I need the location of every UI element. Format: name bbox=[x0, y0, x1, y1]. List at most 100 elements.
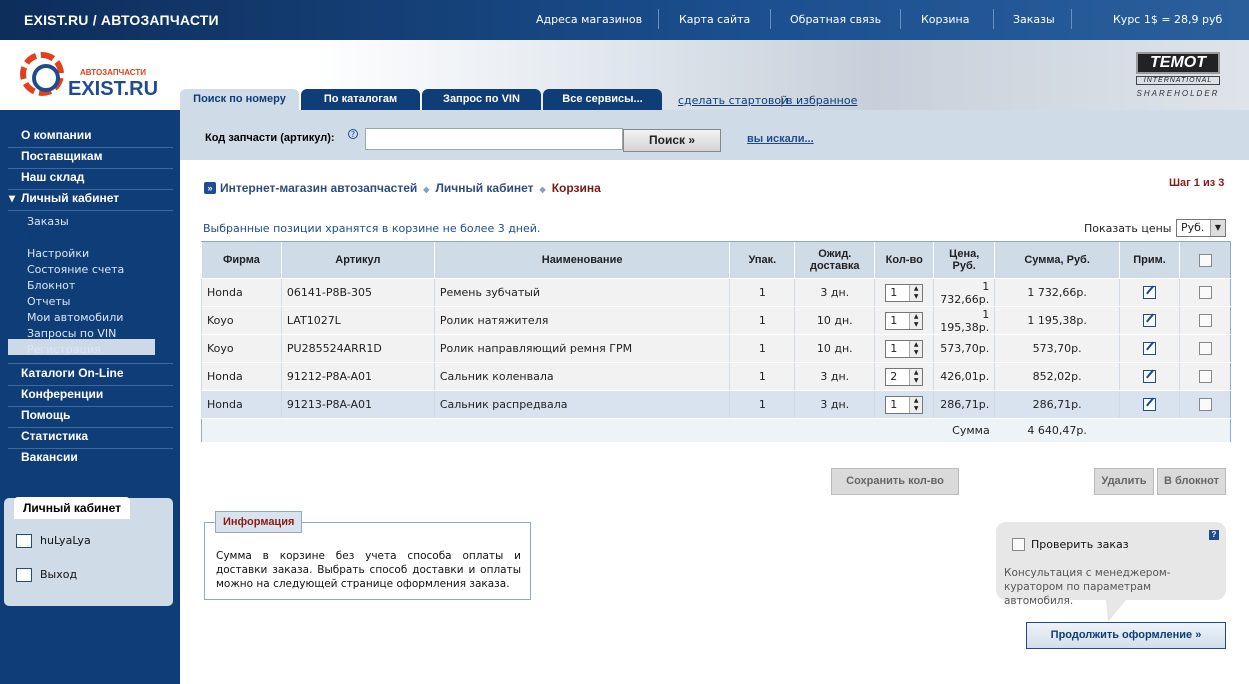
edit-note-icon[interactable] bbox=[1143, 342, 1157, 356]
sidebar-sub-settings[interactable]: Настройки bbox=[27, 247, 89, 260]
sidebar-sub-notebook[interactable]: Блокнот bbox=[27, 279, 75, 292]
nav-feedback[interactable]: Обратная связь bbox=[790, 13, 881, 26]
quantity-stepper[interactable]: 1 ▲ ▼ bbox=[885, 311, 924, 330]
delete-button[interactable]: Удалить bbox=[1094, 468, 1154, 495]
continue-checkout-button[interactable]: Продолжить оформление » bbox=[1026, 622, 1226, 649]
quantity-stepper[interactable]: 1 ▲ ▼ bbox=[885, 339, 924, 358]
save-quantity-button[interactable]: Сохранить кол-во bbox=[831, 468, 959, 495]
breadcrumb-cabinet[interactable]: Личный кабинет bbox=[435, 181, 533, 195]
quantity-stepper[interactable]: 2 ▲ ▼ bbox=[885, 367, 924, 386]
cell-delivery: 10 дн. bbox=[794, 334, 875, 363]
nav-sitemap[interactable]: Карта сайта bbox=[679, 13, 750, 26]
sidebar-divider bbox=[8, 168, 173, 169]
search-history-link[interactable]: вы искали... bbox=[747, 133, 814, 145]
total-value: 4 640,47р. bbox=[994, 418, 1120, 443]
cell-delivery: 10 дн. bbox=[794, 306, 875, 335]
sidebar-item-catalogs[interactable]: Каталоги On-Line bbox=[21, 366, 124, 380]
search-label: Код запчасти (артикул): bbox=[205, 132, 335, 144]
cell-qty: 1 ▲ ▼ bbox=[874, 334, 934, 363]
chevron-down-icon: ▼ bbox=[1210, 220, 1225, 236]
cell-firm: Koyo bbox=[201, 306, 282, 335]
cell-pack: 1 bbox=[729, 306, 795, 335]
cart-retention-note: Выбранные позиции хранятся в корзине не … bbox=[203, 222, 541, 235]
edit-note-icon[interactable] bbox=[1143, 314, 1157, 328]
active-arrow-icon: ▶ bbox=[16, 231, 23, 240]
search-bar: Код запчасти (артикул): ? Поиск » вы иск… bbox=[180, 110, 1249, 160]
cell-qty: 1 ▲ ▼ bbox=[874, 390, 934, 419]
sidebar-divider bbox=[8, 210, 173, 211]
edit-note-icon[interactable] bbox=[1143, 398, 1157, 412]
tab-catalogs[interactable]: По каталогам bbox=[301, 89, 420, 110]
site-title[interactable]: EXIST.RU / АВТОЗАПЧАСТИ bbox=[24, 12, 219, 28]
stepper-arrows-icon[interactable]: ▲ ▼ bbox=[909, 396, 923, 413]
select-all-checkbox[interactable] bbox=[1198, 253, 1212, 267]
quantity-value: 1 bbox=[890, 341, 898, 355]
edit-note-icon[interactable] bbox=[1143, 370, 1157, 384]
sidebar-sub-account[interactable]: Состояние счета bbox=[27, 263, 124, 276]
sidebar-sub-registration[interactable]: Регистрация bbox=[27, 343, 101, 356]
cell-article: LAT1027L bbox=[280, 306, 435, 335]
search-button[interactable]: Поиск » bbox=[623, 129, 721, 152]
currency-select[interactable]: Руб. ▼ bbox=[1176, 219, 1226, 237]
sidebar-sub-vin-requests[interactable]: Запросы по VIN bbox=[27, 327, 116, 340]
table-row: Honda 91212-P8A-A01 Сальник коленвала 1 … bbox=[201, 362, 1231, 391]
sidebar-item-statistics[interactable]: Статистика bbox=[21, 429, 88, 443]
row-checkbox[interactable] bbox=[1198, 370, 1212, 384]
exchange-rate: Курс 1$ = 28,9 руб bbox=[1113, 13, 1223, 26]
tab-vin-request[interactable]: Запрос по VIN bbox=[422, 89, 541, 110]
stepper-arrows-icon[interactable]: ▲ ▼ bbox=[909, 312, 923, 329]
user-link[interactable]: huLyaLya bbox=[16, 534, 91, 548]
sidebar-item-vacancies[interactable]: Вакансии bbox=[21, 450, 78, 464]
row-checkbox[interactable] bbox=[1198, 398, 1212, 412]
cell-delivery: 3 дн. bbox=[794, 362, 875, 391]
help-icon[interactable]: ? bbox=[348, 129, 358, 139]
cell-select bbox=[1179, 278, 1231, 307]
sidebar-sub-cart[interactable]: Корзина bbox=[27, 231, 75, 244]
stepper-arrows-icon[interactable]: ▲ ▼ bbox=[909, 284, 923, 301]
nav-stores[interactable]: Адреса магазинов bbox=[536, 13, 642, 26]
set-homepage-link[interactable]: сделать стартовой bbox=[678, 94, 788, 107]
sidebar-item-conferences[interactable]: Конференции bbox=[21, 387, 103, 401]
logout-label[interactable]: Выход bbox=[40, 568, 77, 581]
sidebar-item-about[interactable]: О компании bbox=[21, 128, 92, 142]
logout-link[interactable]: Выход bbox=[16, 568, 77, 582]
breadcrumb-shop[interactable]: Интернет-магазин автозапчастей bbox=[220, 181, 417, 195]
nav-orders[interactable]: Заказы bbox=[1013, 13, 1055, 26]
sidebar-sub-reports[interactable]: Отчеты bbox=[27, 295, 70, 308]
nav-cart[interactable]: Корзина bbox=[921, 13, 969, 26]
tab-search-by-number[interactable]: Поиск по номеру bbox=[180, 89, 299, 110]
nav-divider bbox=[658, 9, 659, 29]
sidebar-divider bbox=[8, 147, 173, 148]
sidebar-item-warehouse[interactable]: Наш склад bbox=[21, 170, 84, 184]
row-checkbox[interactable] bbox=[1198, 342, 1212, 356]
row-checkbox[interactable] bbox=[1198, 286, 1212, 300]
sidebar-item-help[interactable]: Помощь bbox=[21, 408, 70, 422]
total-spacer bbox=[201, 418, 934, 443]
part-number-input[interactable] bbox=[365, 128, 623, 150]
quantity-stepper[interactable]: 1 ▲ ▼ bbox=[885, 283, 924, 302]
check-order-checkbox[interactable] bbox=[1012, 538, 1025, 551]
partner-name: TEMOT bbox=[1136, 52, 1220, 74]
tab-all-services[interactable]: Все сервисы... bbox=[543, 89, 662, 110]
add-favorites-link[interactable]: в избранное bbox=[786, 94, 857, 107]
partner-logo: TEMOT INTERNATIONAL SHAREHOLDER bbox=[1136, 52, 1220, 102]
sidebar-sub-my-cars[interactable]: Мои автомобили bbox=[27, 311, 123, 324]
col-delivery: Ожид. доставка bbox=[794, 241, 875, 279]
user-icon bbox=[16, 534, 32, 548]
col-delivery-line2: доставка bbox=[809, 260, 860, 272]
site-logo[interactable]: АВТОЗАПЧАСТИ EXIST.RU bbox=[18, 50, 168, 102]
cell-article: 91213-P8A-A01 bbox=[280, 390, 435, 419]
sidebar-item-cabinet[interactable]: Личный кабинет bbox=[21, 191, 119, 205]
sidebar-sub-orders[interactable]: Заказы bbox=[27, 215, 69, 228]
stepper-arrows-icon[interactable]: ▲ ▼ bbox=[909, 340, 923, 357]
help-icon[interactable]: ? bbox=[1209, 530, 1219, 540]
check-order-label[interactable]: Проверить заказ bbox=[1031, 538, 1129, 551]
row-checkbox[interactable] bbox=[1198, 314, 1212, 328]
edit-note-icon[interactable] bbox=[1143, 286, 1157, 300]
username[interactable]: huLyaLya bbox=[40, 534, 91, 547]
sidebar-item-suppliers[interactable]: Поставщикам bbox=[21, 149, 102, 163]
to-notebook-button[interactable]: В блокнот bbox=[1157, 468, 1226, 495]
stepper-arrows-icon[interactable]: ▲ ▼ bbox=[909, 368, 923, 385]
quantity-stepper[interactable]: 1 ▲ ▼ bbox=[885, 395, 924, 414]
cell-note bbox=[1119, 390, 1180, 419]
